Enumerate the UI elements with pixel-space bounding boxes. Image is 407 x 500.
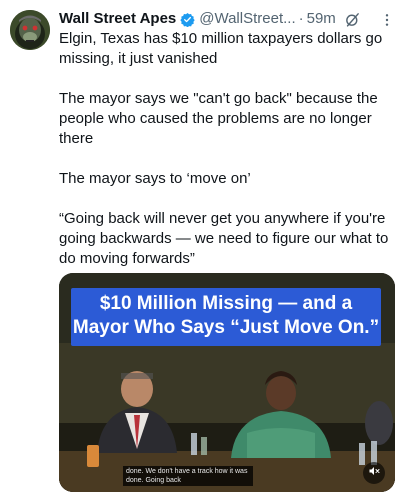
grok-icon[interactable] bbox=[344, 11, 361, 28]
tweet-paragraph: The mayor says we "can't go back" becaus… bbox=[59, 90, 378, 147]
tweet-header: Wall Street Apes @WallStreet... · 59m bbox=[59, 9, 399, 29]
tweet-paragraph: The mayor says to ‘move on’ bbox=[59, 170, 251, 187]
author-name[interactable]: Wall Street Apes bbox=[59, 9, 176, 29]
video-player[interactable]: $10 Million Missing — and a Mayor Who Sa… bbox=[59, 273, 395, 492]
mute-icon bbox=[368, 464, 380, 482]
separator-dot: · bbox=[298, 10, 304, 27]
verified-badge-icon[interactable] bbox=[180, 12, 195, 27]
tweet: Wall Street Apes @WallStreet... · 59m El… bbox=[0, 0, 407, 500]
tweet-text: Elgin, Texas has $10 million taxpayers d… bbox=[59, 29, 399, 269]
ape-avatar-image bbox=[10, 10, 50, 50]
author-handle[interactable]: @WallStreet... bbox=[199, 9, 295, 29]
avatar[interactable] bbox=[10, 10, 50, 50]
tweet-paragraph: “Going back will never get you anywhere … bbox=[59, 210, 389, 267]
tweet-paragraph: Elgin, Texas has $10 million taxpayers d… bbox=[59, 30, 383, 67]
more-icon[interactable] bbox=[379, 12, 395, 28]
video-headline: $10 Million Missing — and a Mayor Who Sa… bbox=[71, 288, 381, 346]
video-caption: done. We don't have a track how it was d… bbox=[123, 466, 253, 486]
tweet-timestamp[interactable]: 59m bbox=[307, 9, 336, 29]
mute-button[interactable] bbox=[363, 462, 385, 484]
